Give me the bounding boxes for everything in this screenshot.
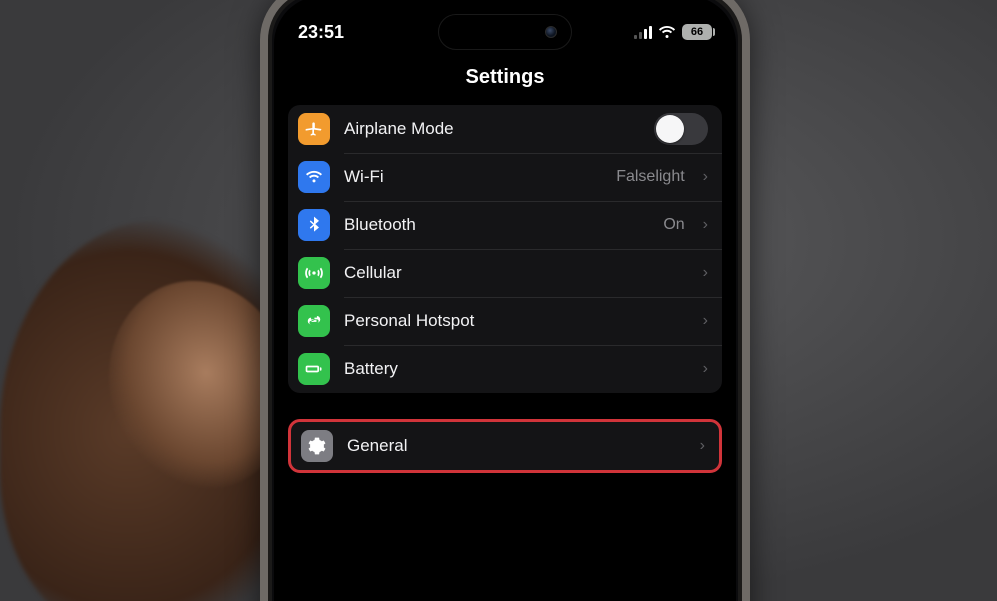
chevron-right-icon: ›	[703, 360, 708, 378]
settings-row-wifi[interactable]: Wi-Fi Falselight ›	[288, 153, 722, 201]
row-label: Personal Hotspot	[344, 311, 689, 331]
battery-percent: 66	[691, 26, 703, 38]
chevron-right-icon: ›	[703, 264, 708, 282]
settings-row-general[interactable]: General ›	[291, 422, 719, 470]
row-value: On	[663, 216, 684, 234]
cellular-signal-icon	[634, 26, 652, 39]
hotspot-icon	[298, 305, 330, 337]
settings-row-hotspot[interactable]: Personal Hotspot ›	[288, 297, 722, 345]
row-label: Cellular	[344, 263, 689, 283]
cellular-icon	[298, 257, 330, 289]
battery-status-icon: 66	[682, 24, 712, 40]
settings-row-airplane[interactable]: Airplane Mode	[288, 105, 722, 153]
row-label: Wi-Fi	[344, 167, 602, 187]
dynamic-island	[438, 14, 572, 50]
chevron-right-icon: ›	[703, 312, 708, 330]
settings-row-bluetooth[interactable]: Bluetooth On ›	[288, 201, 722, 249]
chevron-right-icon: ›	[703, 168, 708, 186]
bluetooth-icon	[298, 209, 330, 241]
row-value: Falselight	[616, 168, 684, 186]
toggle-knob	[656, 115, 684, 143]
settings-group: General ›	[288, 419, 722, 473]
chevron-right-icon: ›	[703, 216, 708, 234]
settings-group: Airplane Mode Wi-Fi Falselight › Bluetooth On…	[288, 105, 722, 393]
settings-row-cellular[interactable]: Cellular ›	[288, 249, 722, 297]
settings-row-battery[interactable]: Battery ›	[288, 345, 722, 393]
row-label: Battery	[344, 359, 689, 379]
battery-icon	[298, 353, 330, 385]
status-time: 23:51	[298, 22, 344, 43]
airplane-icon	[298, 113, 330, 145]
wifi-icon	[298, 161, 330, 193]
row-label: Airplane Mode	[344, 119, 640, 139]
row-label: Bluetooth	[344, 215, 649, 235]
chevron-right-icon: ›	[700, 437, 705, 455]
phone-frame: 23:51 66 Settings Airplane Mode Wi-Fi Fals…	[260, 0, 750, 601]
airplane-toggle[interactable]	[654, 113, 708, 145]
wifi-status-icon	[658, 25, 676, 39]
row-label: General	[347, 436, 686, 456]
front-camera-icon	[545, 26, 557, 38]
page-title: Settings	[288, 58, 722, 105]
gear-icon	[301, 430, 333, 462]
